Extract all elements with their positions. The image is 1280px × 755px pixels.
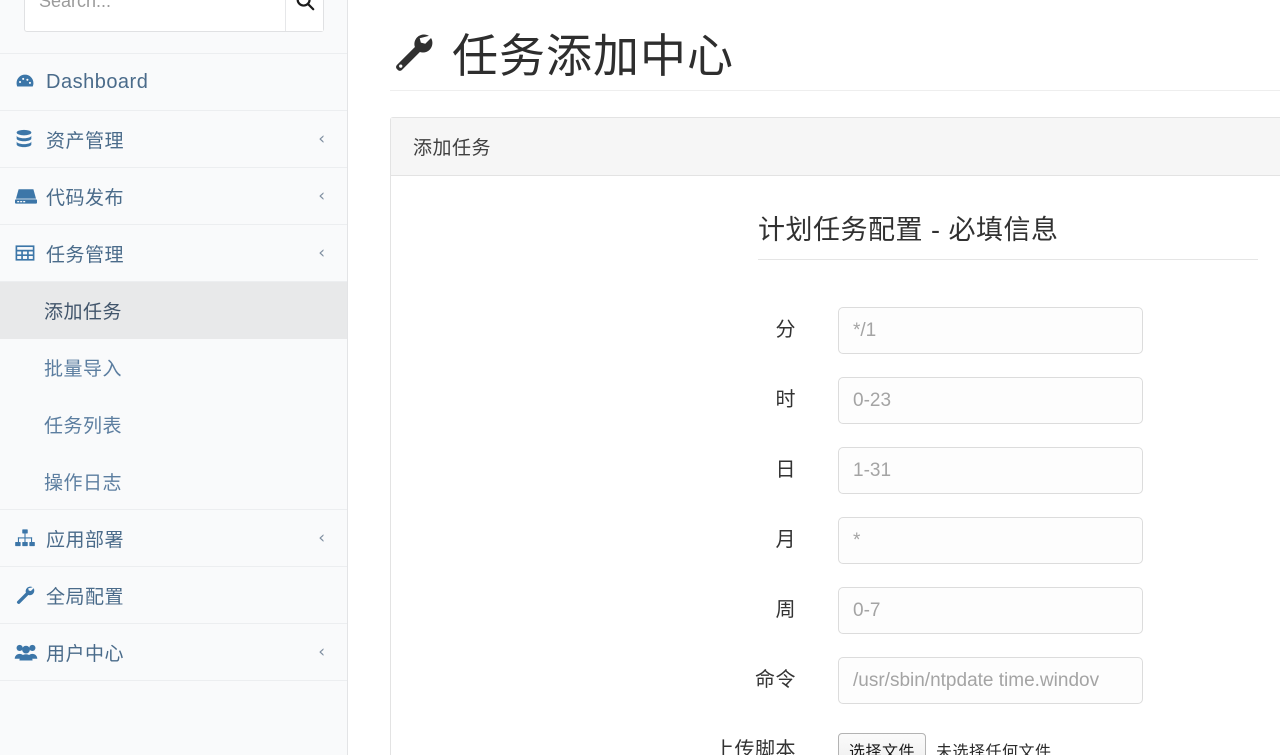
upload-script-label: 上传脚本 bbox=[714, 739, 796, 755]
sidebar-subitem-label: 任务列表 bbox=[44, 416, 123, 437]
form-row-day: 日 bbox=[391, 447, 1280, 517]
sidebar-subitem-label: 批量导入 bbox=[44, 359, 123, 380]
sidebar-item-label: Dashboard bbox=[46, 70, 149, 93]
sidebar-item-operation-log[interactable]: 操作日志 bbox=[0, 453, 347, 510]
sidebar-subitem-label: 添加任务 bbox=[44, 302, 123, 323]
sidebar-item-add-task[interactable]: 添加任务 bbox=[0, 282, 347, 339]
form-legend-text: 计划任务配置 - 必填信息 bbox=[758, 215, 1059, 245]
server-icon bbox=[14, 186, 40, 206]
month-label: 月 bbox=[775, 529, 796, 551]
sidebar-nav: Dashboard 资产管理 ‹ 代码发布 ‹ 任务管理 ‹ 添加任务 批量导入… bbox=[0, 53, 347, 681]
form-row-weekday: 周 bbox=[391, 587, 1280, 657]
app-page: Dashboard 资产管理 ‹ bbox=[0, 0, 1280, 755]
sidebar-subitem-label: 操作日志 bbox=[44, 473, 123, 494]
sidebar-item-app-deploy[interactable]: 应用部署 ‹ bbox=[0, 509, 347, 567]
wrench-icon bbox=[390, 29, 436, 83]
weekday-label: 周 bbox=[775, 599, 796, 621]
sidebar-item-batch-import[interactable]: 批量导入 bbox=[0, 339, 347, 396]
command-field[interactable] bbox=[838, 657, 1143, 704]
panel-heading-title: 添加任务 bbox=[413, 138, 492, 159]
sidebar-item-label: 资产管理 bbox=[46, 130, 125, 152]
chevron-left-icon[interactable]: ‹ bbox=[318, 244, 325, 262]
wrench-icon bbox=[14, 584, 40, 606]
add-task-panel: 添加任务 计划任务配置 - 必填信息 分 时 日 bbox=[390, 117, 1280, 755]
sidebar-item-dashboard[interactable]: Dashboard bbox=[0, 53, 347, 111]
sidebar-submenu-task-management: 添加任务 批量导入 任务列表 操作日志 bbox=[0, 282, 347, 510]
chevron-left-icon[interactable]: ‹ bbox=[318, 643, 325, 661]
sidebar-item-label: 用户中心 bbox=[46, 643, 125, 665]
sidebar-item-global-config[interactable]: 全局配置 bbox=[0, 566, 347, 624]
page-title: 任务添加中心 bbox=[390, 29, 734, 83]
table-grid-icon bbox=[14, 242, 40, 264]
command-label: 命令 bbox=[755, 669, 796, 691]
page-title-text: 任务添加中心 bbox=[452, 30, 734, 83]
database-icon bbox=[14, 128, 40, 150]
sidebar-item-label: 代码发布 bbox=[46, 187, 125, 209]
sidebar-item-label: 任务管理 bbox=[46, 244, 125, 266]
users-icon bbox=[14, 642, 40, 662]
minute-label: 分 bbox=[775, 319, 796, 341]
sidebar-item-task-management[interactable]: 任务管理 ‹ bbox=[0, 224, 347, 282]
chevron-left-icon[interactable]: ‹ bbox=[318, 130, 325, 148]
sidebar-item-label: 全局配置 bbox=[46, 586, 125, 608]
month-field[interactable] bbox=[838, 517, 1143, 564]
weekday-field[interactable] bbox=[838, 587, 1143, 634]
cron-task-form: 分 时 日 月 bbox=[391, 307, 1280, 755]
sitemap-icon bbox=[14, 528, 40, 548]
sidebar-item-task-list[interactable]: 任务列表 bbox=[0, 396, 347, 453]
form-row-month: 月 bbox=[391, 517, 1280, 587]
minute-field[interactable] bbox=[838, 307, 1143, 354]
search-icon bbox=[294, 0, 316, 12]
sidebar-item-user-center[interactable]: 用户中心 ‹ bbox=[0, 623, 347, 681]
day-label: 日 bbox=[775, 459, 796, 481]
sidebar: Dashboard 资产管理 ‹ bbox=[0, 0, 348, 755]
panel-heading: 添加任务 bbox=[391, 118, 1280, 176]
chevron-left-icon[interactable]: ‹ bbox=[318, 529, 325, 547]
panel-body: 计划任务配置 - 必填信息 分 时 日 bbox=[391, 176, 1280, 755]
search-box[interactable] bbox=[24, 0, 324, 32]
search-button[interactable] bbox=[285, 0, 323, 31]
form-row-minute: 分 bbox=[391, 307, 1280, 377]
dashboard-icon bbox=[14, 71, 40, 93]
form-legend: 计划任务配置 - 必填信息 bbox=[758, 208, 1258, 260]
sidebar-item-asset-management[interactable]: 资产管理 ‹ bbox=[0, 110, 347, 168]
form-row-upload-script: 上传脚本 选择文件 未选择任何文件 bbox=[391, 727, 1280, 755]
search-input[interactable] bbox=[25, 0, 285, 31]
hour-label: 时 bbox=[775, 389, 796, 411]
main-content: 任务添加中心 添加任务 计划任务配置 - 必填信息 分 时 bbox=[349, 0, 1280, 755]
sidebar-item-label: 应用部署 bbox=[46, 529, 125, 551]
sidebar-item-code-release[interactable]: 代码发布 ‹ bbox=[0, 167, 347, 225]
choose-file-button[interactable]: 选择文件 bbox=[838, 733, 927, 755]
day-field[interactable] bbox=[838, 447, 1143, 494]
file-status-text: 未选择任何文件 bbox=[936, 744, 1052, 755]
form-row-hour: 时 bbox=[391, 377, 1280, 447]
chevron-left-icon[interactable]: ‹ bbox=[318, 187, 325, 205]
file-input[interactable]: 选择文件 未选择任何文件 bbox=[838, 727, 1052, 755]
hour-field[interactable] bbox=[838, 377, 1143, 424]
title-divider bbox=[390, 90, 1280, 91]
form-row-command: 命令 bbox=[391, 657, 1280, 727]
